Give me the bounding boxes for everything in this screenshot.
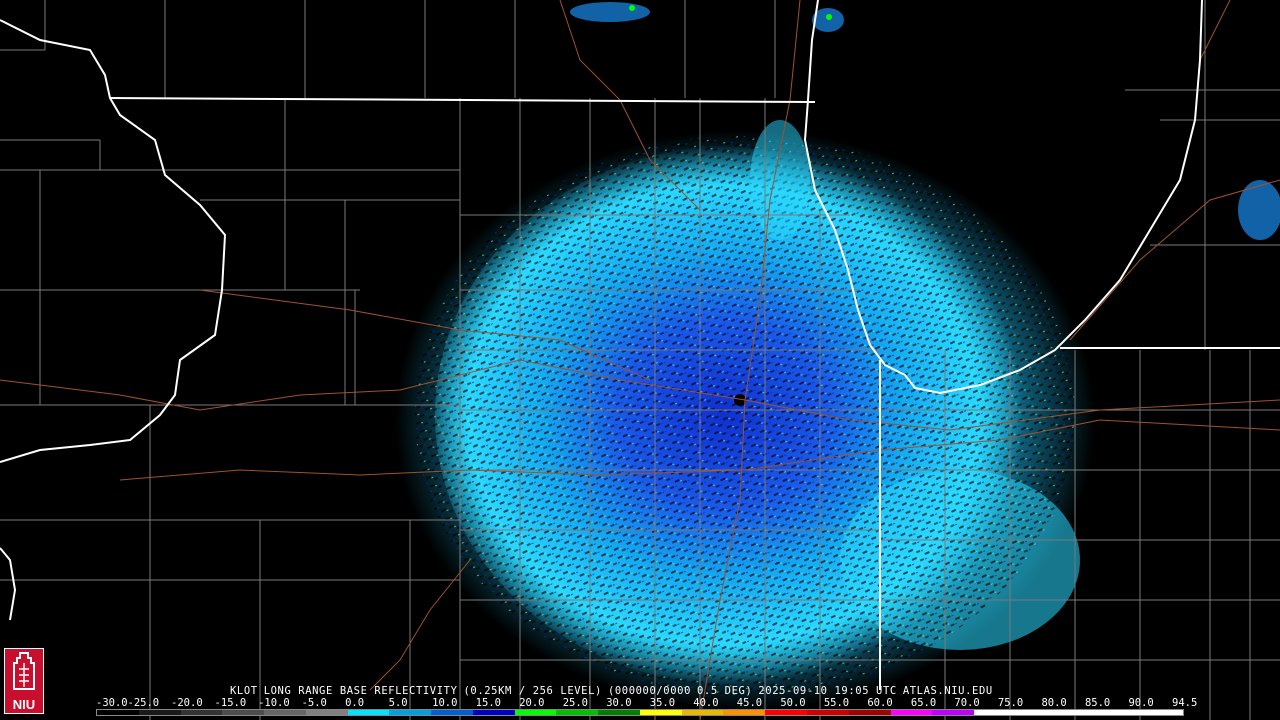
caption-source: ATLAS.NIU.EDU [902, 685, 993, 697]
scale-swatch [431, 710, 473, 715]
scale-label: 35.0 [649, 697, 676, 709]
scale-label: 40.0 [693, 697, 719, 709]
scale-label: 25.0 [562, 697, 589, 709]
scale-swatch [639, 710, 682, 715]
scale-swatch [848, 710, 891, 715]
scale-swatch [932, 710, 975, 715]
scale-swatch [974, 710, 1016, 715]
scale-swatch [472, 710, 515, 715]
caption-timestamp: 2025-09-10 19:05 UTC [758, 685, 897, 697]
scale-label: 85.0 [1084, 697, 1111, 709]
scale-label: -30.0 [96, 697, 128, 709]
scale-swatch [1099, 710, 1142, 715]
scale-swatch [681, 710, 724, 715]
scale-swatch [1141, 710, 1183, 715]
scale-swatch [1015, 710, 1058, 715]
scale-label: 45.0 [736, 697, 763, 709]
product-caption: KLOT LONG RANGE BASE REFLECTIVITY (0.25KM … [230, 685, 999, 697]
scale-label: -5.0 [301, 697, 327, 709]
scale-swatch [347, 710, 390, 715]
niu-logo: NIU [4, 648, 44, 714]
scale-label: 75.0 [997, 697, 1024, 709]
scale-swatch [138, 710, 181, 715]
scale-label: 55.0 [823, 697, 850, 709]
reflectivity-color-scale [96, 709, 1184, 716]
scale-swatch [389, 710, 432, 715]
scale-label: 70.0 [954, 697, 980, 709]
scale-label: -15.0 [214, 697, 247, 709]
scale-swatch [890, 710, 933, 715]
scale-swatch [180, 710, 223, 715]
scale-swatch [723, 710, 766, 715]
scale-swatch [222, 710, 265, 715]
radar-map [0, 0, 1280, 720]
scale-swatch [514, 710, 557, 715]
caption-tilt: 0.5 DEG) [697, 685, 753, 697]
scale-swatch [264, 710, 306, 715]
castle-icon [13, 652, 35, 690]
scale-label: 15.0 [475, 697, 501, 709]
scale-label: 30.0 [606, 697, 632, 709]
scale-label: 10.0 [432, 697, 458, 709]
caption-code: (000000/0000 [607, 685, 691, 697]
scale-label: 90.0 [1128, 697, 1154, 709]
scale-label: 5.0 [388, 697, 408, 709]
scale-label: 50.0 [780, 697, 806, 709]
scale-label: 65.0 [910, 697, 937, 709]
scale-swatch [305, 710, 348, 715]
caption-product: LONG RANGE BASE REFLECTIVITY [263, 685, 458, 697]
reflectivity-echo [395, 2, 1280, 710]
scale-swatch [1057, 710, 1100, 715]
scale-swatch [765, 710, 808, 715]
scale-label: -10.0 [258, 697, 290, 709]
logo-text: NIU [12, 697, 36, 712]
scale-label: -25.0 [127, 697, 160, 709]
scale-label: 60.0 [867, 697, 893, 709]
scale-label: 80.0 [1041, 697, 1067, 709]
scale-label: 94.5 [1172, 697, 1198, 709]
scale-swatch [556, 710, 599, 715]
scale-label: 20.0 [519, 697, 545, 709]
scale-swatch [97, 710, 139, 715]
scale-label: -20.0 [171, 697, 203, 709]
scale-swatch [807, 710, 849, 715]
scale-swatch [598, 710, 640, 715]
reflectivity-scale-labels: -30.0 -25.0 -20.0 -15.0 -10.0 -5.0 0.0 5.0 10.0 1… [96, 697, 1198, 709]
caption-resolution: (0.25KM / 256 LEVEL) [463, 685, 602, 697]
caption-station: KLOT [230, 685, 258, 697]
scale-label: 0.0 [345, 697, 365, 709]
